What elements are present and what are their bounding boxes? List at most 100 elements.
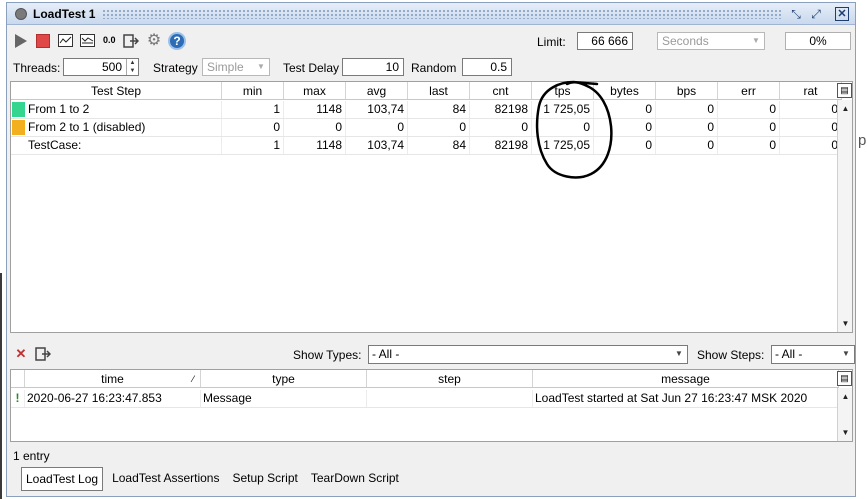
tab-teardown-script[interactable]: TearDown Script	[307, 467, 403, 491]
clear-log-icon[interactable]: ✕	[13, 346, 29, 361]
scroll-down-icon[interactable]: ▼	[839, 317, 852, 330]
threads-value: 500	[101, 60, 122, 74]
loadtest-window: LoadTest 1 ⤡ ⤢ ✕ 0.0 ⚙ ? Limit: 66 666 S…	[6, 2, 856, 497]
random-input[interactable]: 0.5	[462, 58, 512, 76]
chevron-down-icon: ▼	[842, 349, 850, 358]
show-steps-select[interactable]: - All - ▼	[771, 345, 855, 364]
log-row[interactable]: ! 2020-06-27 16:23:47.853 Message LoadTe…	[11, 390, 839, 408]
tab-loadtest-assertions[interactable]: LoadTest Assertions	[108, 467, 223, 491]
column-chooser-icon[interactable]: ▤	[837, 371, 852, 386]
spinner-icon[interactable]: ▲ ▼	[126, 59, 138, 75]
log-type: Message	[201, 390, 367, 407]
cell-min: 1	[222, 101, 284, 118]
cell-tps: 0	[532, 119, 594, 136]
background-window-text: p	[858, 132, 867, 149]
column-header[interactable]: last	[408, 82, 470, 99]
log-time: 2020-06-27 16:23:47.853	[25, 390, 201, 407]
cell-tps: 1 725,05	[532, 101, 594, 118]
column-header[interactable]: rat	[780, 82, 842, 99]
column-header[interactable]: max	[284, 82, 346, 99]
tab-setup-script[interactable]: Setup Script	[228, 467, 301, 491]
cell-avg: 0	[346, 119, 408, 136]
tab-loadtest-log[interactable]: LoadTest Log	[21, 467, 104, 491]
column-header[interactable]: min	[222, 82, 284, 99]
step-label: From 2 to 1 (disabled)	[28, 120, 146, 134]
step-label: From 1 to 2	[28, 102, 90, 116]
statistics-history-icon[interactable]	[80, 34, 95, 47]
column-header[interactable]: type	[201, 370, 367, 387]
help-icon[interactable]: ?	[168, 32, 186, 50]
run-icon[interactable]	[14, 34, 28, 48]
step-label: TestCase:	[28, 138, 82, 152]
threads-label: Threads:	[13, 61, 61, 75]
minimize-icon[interactable]: ⤡	[789, 7, 803, 21]
column-header[interactable]: time ⁄	[25, 370, 201, 387]
limit-unit-select[interactable]: Seconds ▼	[657, 32, 765, 50]
cell-rat: 0	[780, 101, 842, 118]
progress-text: 0%	[809, 34, 827, 48]
column-header[interactable]: step	[367, 370, 533, 387]
step-color-swatch	[12, 102, 25, 117]
column-chooser-icon[interactable]: ▤	[837, 83, 852, 98]
table-row[interactable]: From 2 to 1 (disabled) 0 0 0 0 0 0 0 0 0…	[11, 119, 842, 137]
column-header[interactable]: bps	[656, 82, 718, 99]
strategy-select[interactable]: Simple ▼	[202, 58, 270, 76]
test-step-name: From 2 to 1 (disabled)	[11, 119, 222, 136]
statistics-header: Test Step min max avg last cnt tps bytes…	[11, 82, 842, 100]
show-types-value: - All -	[372, 347, 400, 361]
column-header[interactable]: Test Step	[11, 82, 222, 99]
cell-err: 0	[718, 101, 780, 118]
column-header[interactable]: tps	[532, 82, 594, 99]
test-delay-input[interactable]: 10	[342, 58, 404, 76]
export-log-icon[interactable]	[35, 346, 51, 362]
cell-bytes: 0	[594, 119, 656, 136]
reset-statistics-icon[interactable]: 0.0	[103, 35, 116, 45]
title-bar[interactable]: LoadTest 1 ⤡ ⤢ ✕	[7, 3, 855, 25]
column-header[interactable]: bytes	[594, 82, 656, 99]
column-header[interactable]: avg	[346, 82, 408, 99]
close-icon[interactable]: ✕	[835, 7, 849, 21]
cell-bytes: 0	[594, 101, 656, 118]
column-header[interactable]: cnt	[470, 82, 532, 99]
limit-input[interactable]: 66 666	[577, 32, 633, 50]
maximize-icon[interactable]: ⤢	[809, 7, 823, 21]
statistics-scrollbar[interactable]: ▲ ▼	[837, 100, 852, 332]
column-header[interactable]: err	[718, 82, 780, 99]
toolbar: 0.0 ⚙ ? Limit: 66 666 Seconds ▼ 0%	[7, 27, 855, 55]
scroll-up-icon[interactable]: ▲	[839, 390, 852, 403]
cell-min: 0	[222, 119, 284, 136]
log-header: time ⁄ type step message	[11, 370, 839, 388]
scroll-down-icon[interactable]: ▼	[839, 426, 852, 439]
log-table: time ⁄ type step message ! 2020-06-27 16:…	[10, 369, 853, 442]
column-header-status[interactable]	[11, 370, 25, 387]
gear-icon[interactable]: ⚙	[146, 33, 162, 49]
chevron-down-icon: ▼	[257, 62, 265, 71]
test-step-name: From 1 to 2	[11, 101, 222, 118]
export-icon[interactable]	[123, 33, 139, 49]
log-message: LoadTest started at Sat Jun 27 16:23:47 …	[533, 390, 839, 407]
progress-bar: 0%	[785, 32, 851, 50]
test-delay-label: Test Delay	[283, 61, 340, 75]
show-types-label: Show Types:	[293, 348, 362, 362]
test-delay-value: 10	[385, 60, 399, 74]
statistics-graph-icon[interactable]	[58, 34, 73, 47]
scroll-up-icon[interactable]: ▲	[839, 102, 852, 115]
cell-avg: 103,74	[346, 101, 408, 118]
cell-avg: 103,74	[346, 137, 408, 154]
log-scrollbar[interactable]: ▲ ▼	[837, 388, 852, 441]
cell-max: 1148	[284, 101, 346, 118]
threads-stepper[interactable]: 500 ▲ ▼	[63, 58, 139, 76]
chevron-down-icon: ▼	[752, 36, 760, 45]
table-row[interactable]: TestCase: 1 1148 103,74 84 82198 1 725,0…	[11, 137, 842, 155]
parameters-bar: Threads: 500 ▲ ▼ Strategy Simple ▼ Test D…	[7, 57, 855, 79]
log-step	[367, 390, 533, 407]
window-title: LoadTest 1	[33, 7, 96, 21]
stop-icon[interactable]	[36, 34, 50, 48]
random-label: Random	[411, 61, 457, 75]
show-types-select[interactable]: - All - ▼	[368, 345, 688, 364]
cell-cnt: 82198	[470, 101, 532, 118]
table-row[interactable]: From 1 to 2 1 1148 103,74 84 82198 1 725…	[11, 101, 842, 119]
column-header[interactable]: message	[533, 370, 839, 387]
info-icon: !	[11, 390, 25, 407]
cell-min: 1	[222, 137, 284, 154]
